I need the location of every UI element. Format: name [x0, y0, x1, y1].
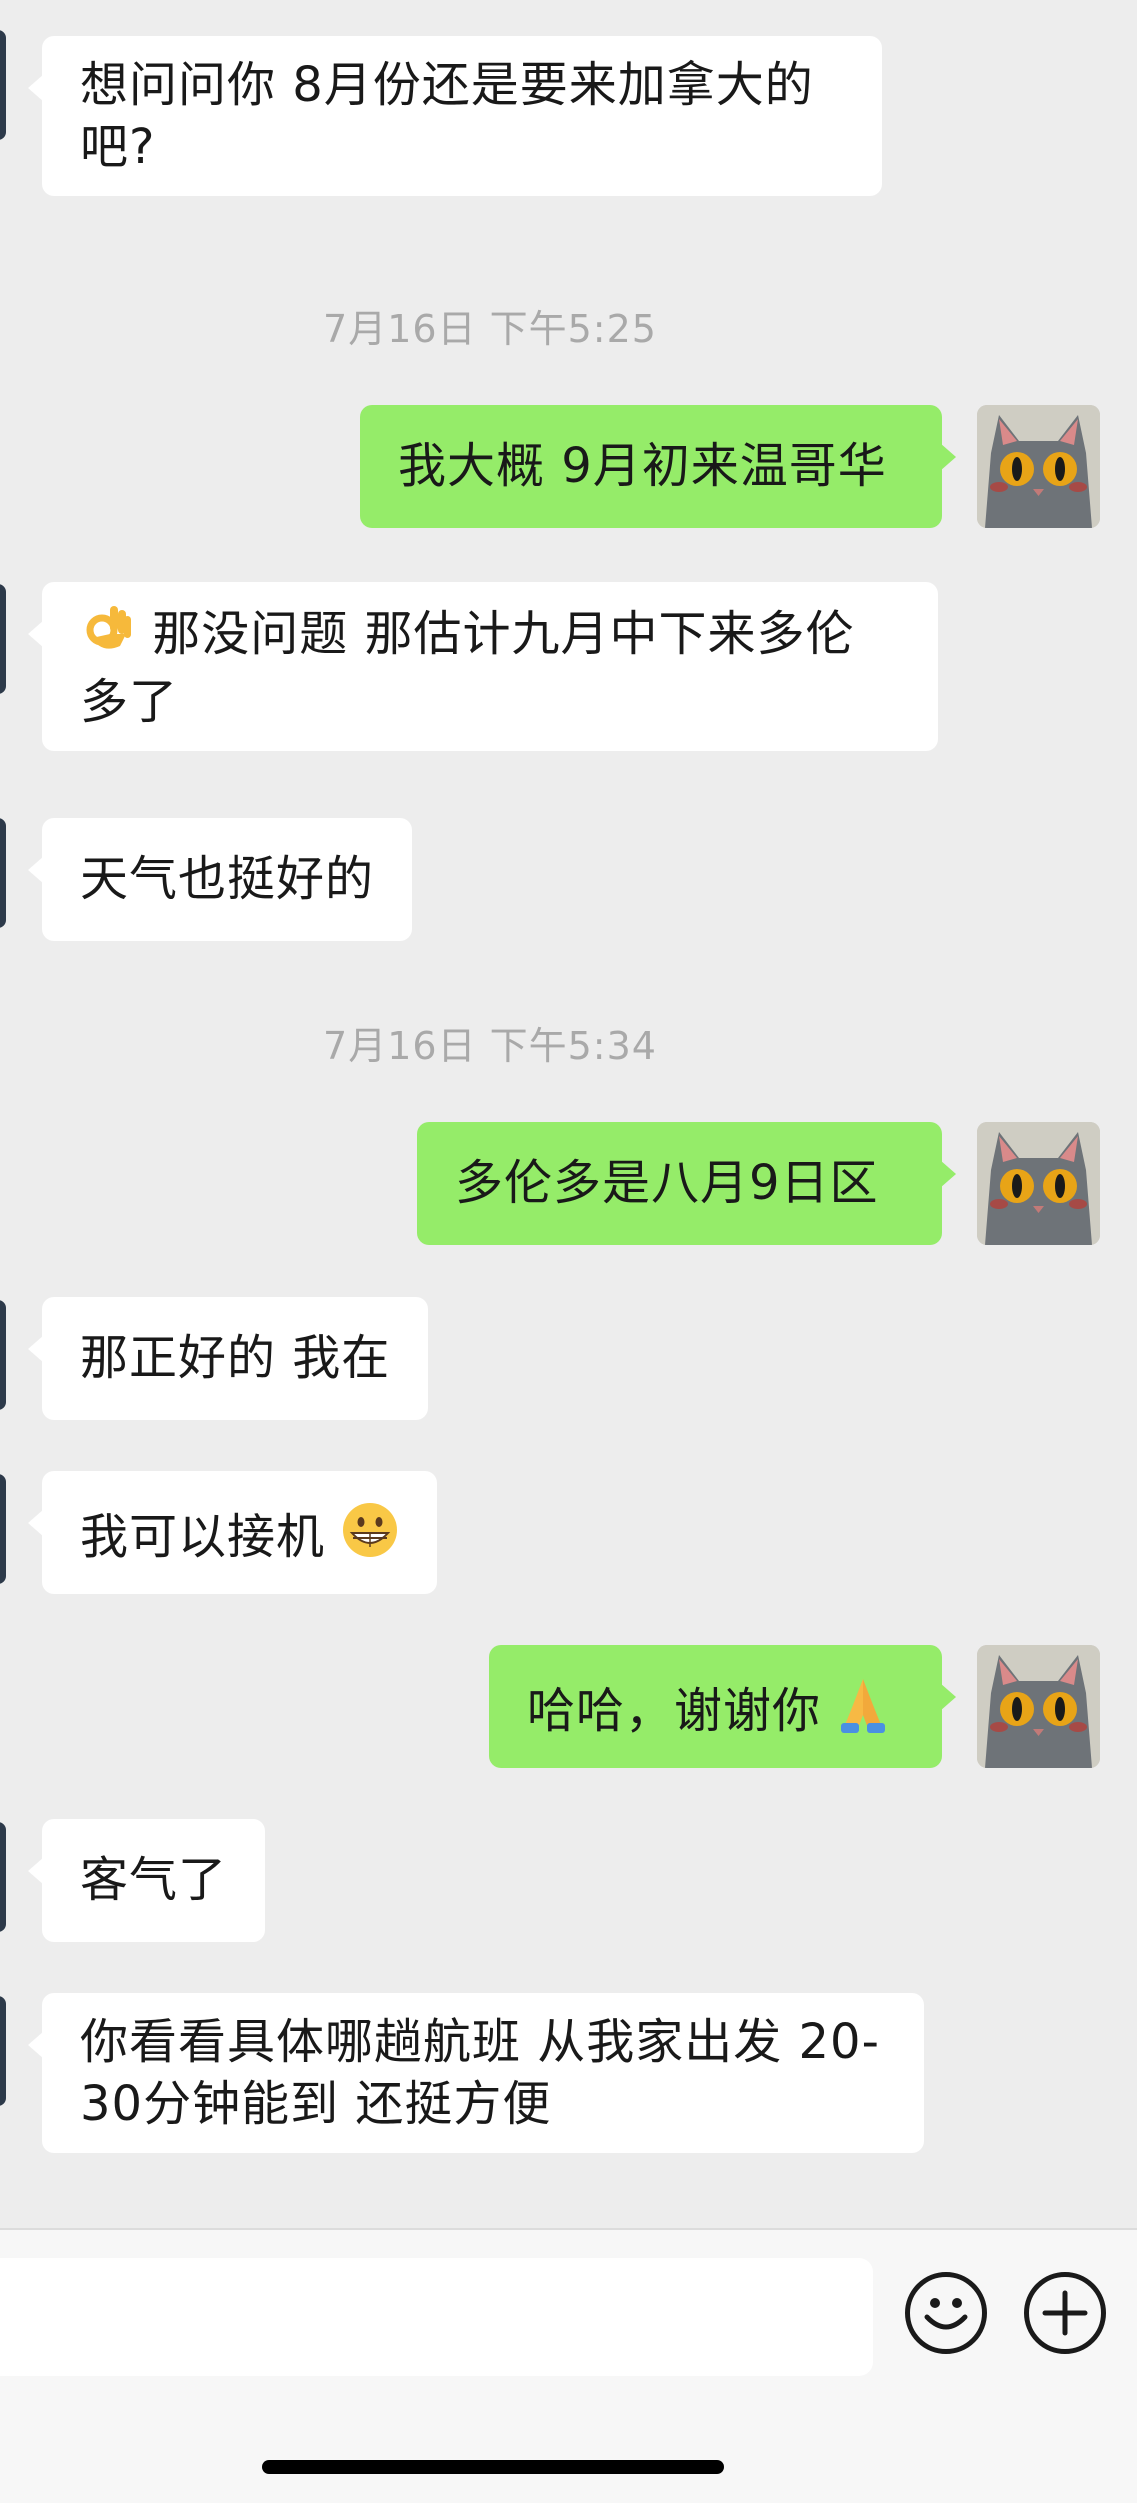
message-input[interactable] [0, 2258, 873, 2376]
message-text: 哈哈，谢谢你 [527, 1683, 822, 1739]
contact-avatar[interactable] [0, 1822, 6, 1932]
ok-hand-icon [80, 600, 136, 671]
message-text: 客气了 [80, 1852, 228, 1908]
message-text: 你看看具体哪趟航班 从我家出发 20-30分钟能到 还挺方便 [80, 2014, 880, 2132]
message-bubble-incoming[interactable]: 我可以接机 [27, 1471, 438, 1594]
contact-avatar[interactable] [0, 584, 6, 694]
message-text: 想问问你 8月份还是要来加拿大的吧? [80, 57, 814, 175]
contact-avatar[interactable] [0, 1300, 6, 1410]
message-bubble-outgoing[interactable]: 哈哈，谢谢你 [489, 1645, 956, 1768]
cat-avatar-icon [977, 405, 1100, 528]
message-bubble-outgoing[interactable]: 多伦多是八月9日区 [417, 1122, 956, 1245]
message-timestamp: 7月16日 下午5:25 [323, 307, 657, 351]
message-bubble-incoming[interactable]: 你看看具体哪趟航班 从我家出发 20-30分钟能到 还挺方便 [28, 1993, 924, 2153]
message-text: 我大概 9月初来温哥华 [398, 438, 887, 494]
more-button[interactable] [1024, 2272, 1106, 2354]
smiley-face-icon [924, 2298, 968, 2330]
message-timestamp: 7月16日 下午5:34 [323, 1024, 657, 1068]
chat-window: 想问问你 8月份还是要来加拿大的吧? 7月16日 下午5:25 我大概 9月初来… [0, 0, 1137, 2503]
message-text: 天气也挺好的 [80, 851, 375, 907]
grinning-face-icon [341, 1501, 399, 1574]
my-avatar[interactable] [977, 1122, 1100, 1245]
emoji-button[interactable] [905, 2272, 987, 2354]
message-bubble-incoming[interactable]: 那没问题 那估计九月中下来多伦多了 [28, 582, 938, 751]
message-bubble-incoming[interactable]: 客气了 [27, 1819, 266, 1942]
my-avatar[interactable] [977, 405, 1100, 528]
message-bubble-incoming[interactable]: 天气也挺好的 [27, 818, 413, 941]
message-text: 那正好的 我在 [80, 1330, 391, 1386]
home-indicator [262, 2460, 724, 2474]
message-text: 那没问题 那估计九月中下来多伦多了 [80, 606, 855, 730]
plus-circle-icon [1042, 2290, 1088, 2336]
contact-avatar[interactable] [0, 818, 6, 928]
message-bubble-outgoing[interactable]: 我大概 9月初来温哥华 [360, 405, 956, 528]
folded-hands-icon [837, 1675, 889, 1748]
cat-avatar-icon [977, 1122, 1100, 1245]
message-text: 多伦多是八月9日区 [455, 1155, 879, 1211]
message-bubble-incoming[interactable]: 想问问你 8月份还是要来加拿大的吧? [28, 36, 882, 196]
contact-avatar[interactable] [0, 1474, 6, 1584]
my-avatar[interactable] [977, 1645, 1100, 1768]
cat-avatar-icon [977, 1645, 1100, 1768]
contact-avatar[interactable] [0, 1996, 6, 2106]
message-text: 我可以接机 [80, 1509, 326, 1565]
contact-avatar[interactable] [0, 30, 6, 140]
message-bubble-incoming[interactable]: 那正好的 我在 [27, 1297, 429, 1420]
